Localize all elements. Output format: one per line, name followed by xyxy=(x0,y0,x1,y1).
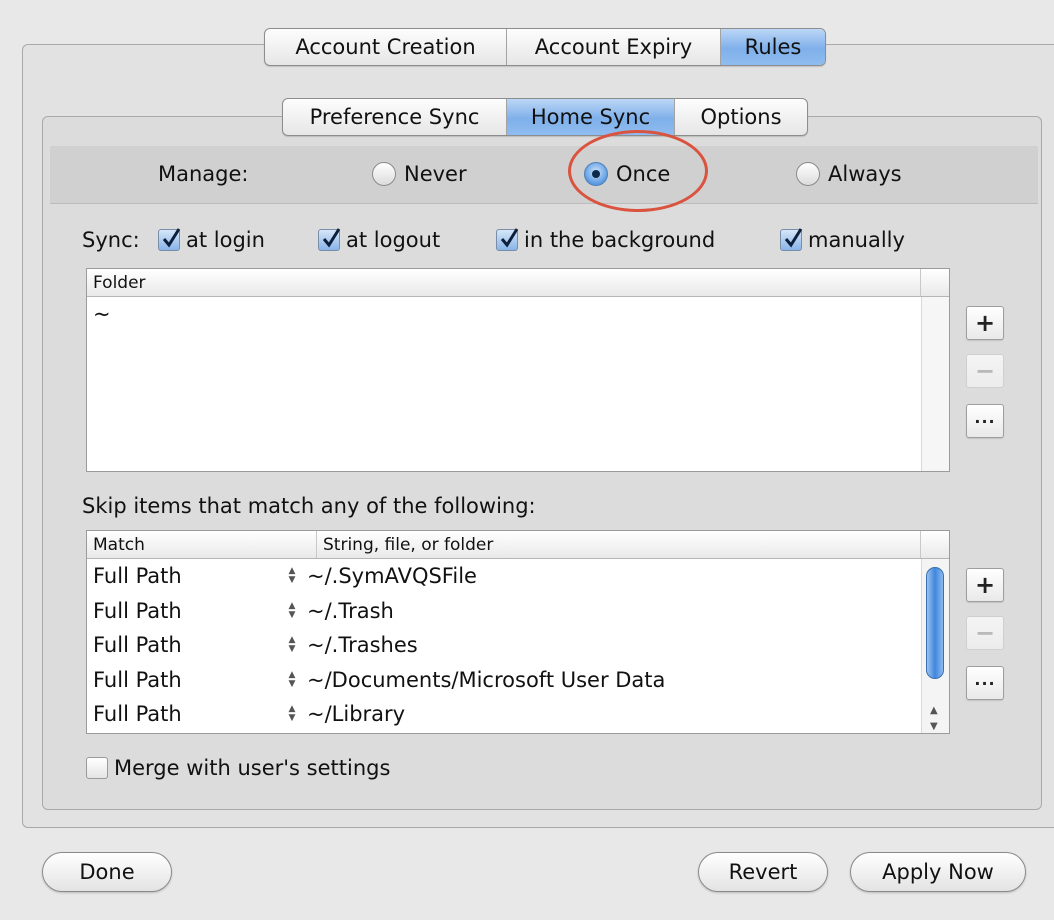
done-button[interactable]: Done xyxy=(42,852,172,892)
radio-always[interactable]: Always xyxy=(796,162,902,186)
scrollbar-thumb[interactable] xyxy=(926,567,944,679)
checkbox-manually[interactable]: manually xyxy=(780,228,905,252)
skip-more-button[interactable]: ··· xyxy=(966,666,1004,700)
scroll-up-icon[interactable]: ▲ xyxy=(930,705,938,716)
checkbox-in-background[interactable]: in the background xyxy=(496,228,715,252)
checkbox-at-logout[interactable]: at logout xyxy=(318,228,440,252)
folder-add-button[interactable]: + xyxy=(966,306,1004,340)
match-popup[interactable]: Full Path xyxy=(87,564,287,588)
checkbox-merge-label: Merge with user's settings xyxy=(114,756,391,780)
folder-more-button[interactable]: ··· xyxy=(966,404,1004,438)
match-popup[interactable]: Full Path xyxy=(87,668,287,692)
radio-dot[interactable] xyxy=(796,162,820,186)
folder-table[interactable]: Folder ~ xyxy=(86,268,950,472)
table-row[interactable]: Full Path ▲ ▼ ~/.SymAVQSFile xyxy=(87,559,921,594)
folder-table-header: Folder xyxy=(87,269,949,297)
highlight-ring-annotation xyxy=(568,130,708,212)
match-popup[interactable]: Full Path xyxy=(87,702,287,726)
checkbox-merge[interactable]: Merge with user's settings xyxy=(86,756,390,780)
column-match[interactable]: Match xyxy=(87,531,317,558)
column-corner xyxy=(921,269,949,296)
skip-value[interactable]: ~/Documents/Microsoft User Data xyxy=(297,668,665,692)
revert-button[interactable]: Revert xyxy=(698,852,828,892)
skip-value[interactable]: ~/Library xyxy=(297,702,405,726)
tab-account-expiry[interactable]: Account Expiry xyxy=(507,29,721,65)
checkbox-at-logout-label: at logout xyxy=(346,228,441,252)
stepper-arrows-icon[interactable]: ▲ ▼ xyxy=(287,601,297,620)
skip-add-button[interactable]: + xyxy=(966,568,1004,602)
folder-list: ~ xyxy=(87,297,921,471)
match-popup[interactable]: Full Path xyxy=(87,599,287,623)
skip-remove-button[interactable]: − xyxy=(966,616,1004,650)
radio-never-label: Never xyxy=(404,162,467,186)
apply-now-button[interactable]: Apply Now xyxy=(850,852,1026,892)
tab-preference-sync[interactable]: Preference Sync xyxy=(283,99,507,135)
skip-list: Full Path ▲ ▼ ~/.SymAVQSFile Full Path ▲ ▼… xyxy=(87,559,921,733)
sub-tab-bar: Preference Sync Home Sync Options xyxy=(282,98,808,136)
table-row[interactable]: Full Path ▲ ▼ ~/Documents/Microsoft User … xyxy=(87,663,921,698)
manage-label: Manage: xyxy=(158,162,249,186)
table-row[interactable]: Full Path ▲ ▼ ~/Library xyxy=(87,697,921,732)
column-corner xyxy=(921,531,949,558)
table-row[interactable]: Full Path ▲ ▼ ~/.Trash xyxy=(87,594,921,629)
skip-table-header: Match String, file, or folder xyxy=(87,531,949,559)
tab-options[interactable]: Options xyxy=(675,99,807,135)
folder-scrollbar[interactable] xyxy=(921,297,949,471)
checkbox-in-background-label: in the background xyxy=(524,228,716,252)
checkmark-icon[interactable] xyxy=(496,228,519,251)
folder-path: ~ xyxy=(93,302,111,327)
skip-items-label: Skip items that match any of the followi… xyxy=(82,494,536,518)
folder-remove-button[interactable]: − xyxy=(966,354,1004,388)
column-string-file-folder[interactable]: String, file, or folder xyxy=(317,531,921,558)
stepper-arrows-icon[interactable]: ▲ ▼ xyxy=(287,567,297,585)
checkmark-icon[interactable] xyxy=(780,228,803,251)
checkmark-icon[interactable] xyxy=(158,228,181,251)
stepper-arrows-icon[interactable]: ▲ ▼ xyxy=(287,705,297,723)
checkmark-icon[interactable] xyxy=(318,228,341,251)
tab-rules[interactable]: Rules xyxy=(721,29,825,65)
column-folder[interactable]: Folder xyxy=(87,269,921,296)
skip-table[interactable]: Match String, file, or folder Full Path … xyxy=(86,530,950,734)
checkbox-box[interactable] xyxy=(86,757,108,779)
radio-dot[interactable] xyxy=(372,162,396,186)
radio-always-label: Always xyxy=(828,162,902,186)
sync-label: Sync: xyxy=(82,228,140,252)
stepper-arrows-icon[interactable]: ▲ ▼ xyxy=(287,670,297,689)
tab-account-creation[interactable]: Account Creation xyxy=(265,29,507,65)
scroll-down-icon[interactable]: ▼ xyxy=(930,721,938,732)
skip-value[interactable]: ~/.Trash xyxy=(297,599,394,623)
radio-never[interactable]: Never xyxy=(372,162,467,186)
checkbox-at-login-label: at login xyxy=(186,228,265,252)
checkbox-at-login[interactable]: at login xyxy=(158,228,265,252)
top-tab-bar: Account Creation Account Expiry Rules xyxy=(264,28,826,66)
checkbox-manually-label: manually xyxy=(808,228,905,252)
skip-value[interactable]: ~/.SymAVQSFile xyxy=(297,564,477,588)
stepper-arrows-icon[interactable]: ▲ ▼ xyxy=(287,636,297,654)
skip-value[interactable]: ~/.Trashes xyxy=(297,633,418,657)
folder-row[interactable]: ~ xyxy=(87,297,921,332)
table-row[interactable]: Full Path ▲ ▼ ~/.Trashes xyxy=(87,628,921,663)
match-popup[interactable]: Full Path xyxy=(87,633,287,657)
skip-scrollbar[interactable]: ▲ ▼ xyxy=(921,559,949,733)
